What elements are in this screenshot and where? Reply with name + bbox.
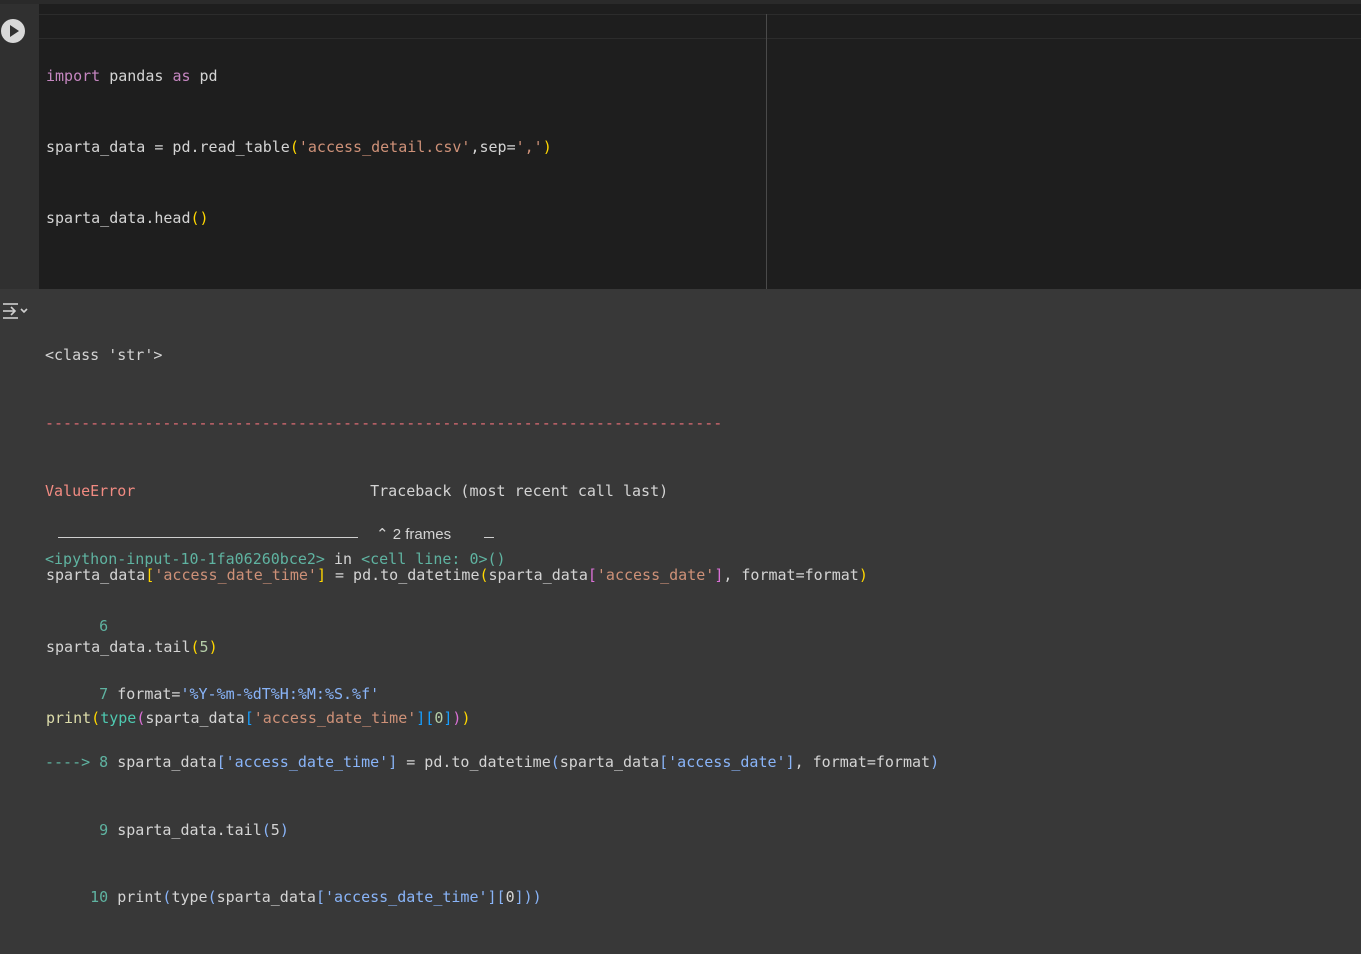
traceback-divider: ----------------------------------------…: [45, 413, 723, 432]
code-line: import pandas as pd: [46, 66, 218, 85]
traceback-header: Traceback (most recent call last): [370, 481, 669, 500]
traceback-line: 9 sparta_data.tail(5): [45, 820, 289, 839]
input-ref: <ipython-input-10-1fa06260bce2>: [45, 549, 325, 568]
input-reference-row: <ipython-input-10-1fa06260bce2> in <cell…: [45, 549, 506, 568]
traceback-header-row: ValueError Traceback (most recent call l…: [45, 480, 939, 503]
cell-gutter: [0, 4, 39, 289]
code-line: sparta_data.head(): [46, 209, 209, 228]
cell-output: <class 'str'> --------------------------…: [0, 289, 1361, 906]
code-line: sparta_data = pd.read_table('access_deta…: [46, 137, 552, 156]
cell-ref: <cell line: 0>(): [361, 549, 506, 568]
traceback-line: 7 format='%Y-%m-%dT%H:%M:%S.%f': [45, 685, 380, 704]
output-text: <class 'str'> --------------------------…: [45, 299, 939, 954]
output-expand-icon[interactable]: [2, 300, 30, 322]
frames-divider-left: [58, 537, 358, 542]
class-output: <class 'str'>: [45, 346, 163, 365]
code-editor[interactable]: import pandas as pd sparta_data = pd.rea…: [39, 4, 1361, 727]
frames-toggle[interactable]: ⌃ 2 frames: [376, 525, 451, 543]
traceback-line: 10 print(type(sparta_data['access_date_t…: [45, 888, 542, 907]
play-circle-icon[interactable]: [1, 19, 25, 43]
error-name: ValueError: [45, 481, 136, 500]
frames-divider-right: [484, 537, 494, 542]
traceback-line: 6: [45, 617, 109, 636]
traceback-line-current: ----> 8 sparta_data['access_date_time'] …: [45, 752, 940, 771]
